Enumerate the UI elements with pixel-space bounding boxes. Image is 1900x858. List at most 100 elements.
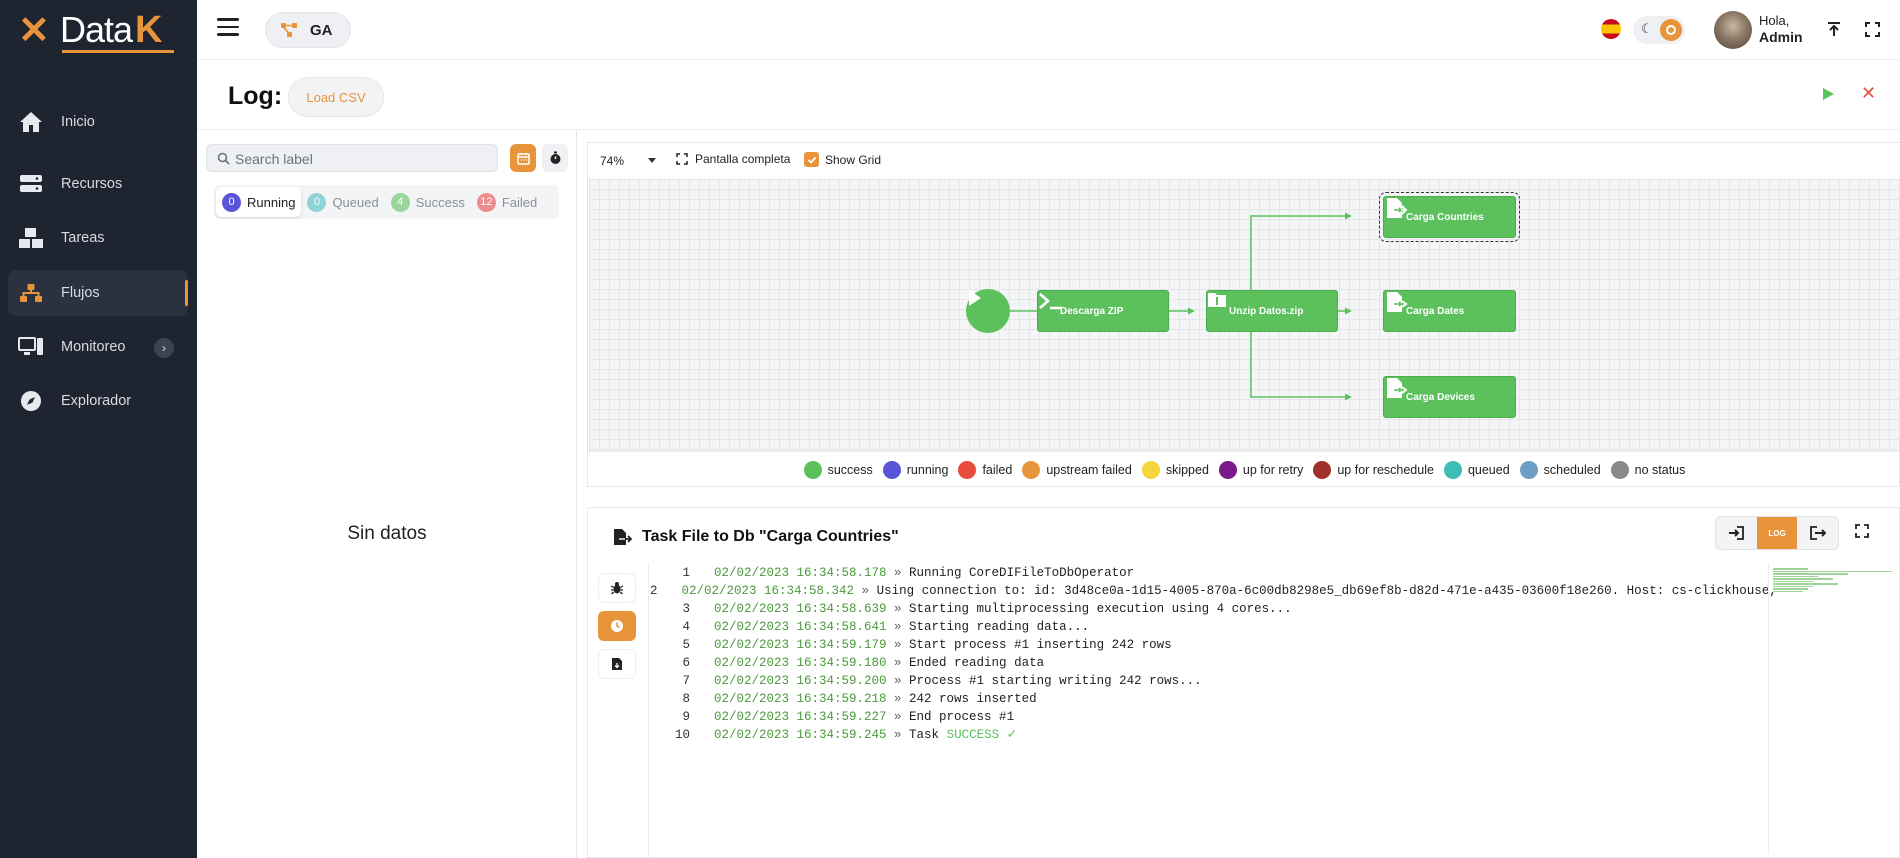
sidebar-item-flujos[interactable]: Flujos [8, 270, 188, 316]
node-carga-devices[interactable]: Carga Devices [1383, 376, 1516, 418]
timer-button[interactable] [542, 144, 568, 172]
show-grid-checkbox[interactable]: Show Grid [804, 152, 881, 167]
debug-button[interactable] [598, 573, 636, 603]
search-input[interactable] [235, 148, 490, 170]
log-side-toolbar [588, 563, 649, 858]
chevron-right-icon[interactable]: › [154, 338, 174, 358]
sidebar-item-label: Monitoreo [61, 339, 126, 355]
log-line: 3 02/02/2023 16:34:58.639 » Starting mult… [682, 602, 1292, 616]
logo-underline [62, 50, 174, 53]
server-icon [17, 170, 45, 198]
node-descarga-zip[interactable]: Descarga ZIP [1037, 290, 1169, 332]
flow-graph-panel: 74% Pantalla completa Show Grid Descarga… [587, 142, 1900, 487]
fullscreen-toggle[interactable]: Pantalla completa [676, 152, 790, 166]
legend-item-success: success [803, 460, 873, 479]
legend-label: failed [982, 462, 1013, 477]
logo-text: Data [60, 9, 133, 50]
sidebar-item-monitoreo[interactable]: Monitoreo › [8, 324, 188, 370]
user-greeting[interactable]: Hola, Admin [1759, 13, 1803, 45]
file-import-icon [612, 528, 632, 546]
node-carga-dates[interactable]: Carga Dates [1383, 290, 1516, 332]
legend-label: upstream failed [1046, 462, 1132, 477]
sitemap-icon [281, 23, 297, 37]
legend-label: skipped [1165, 462, 1209, 477]
tab-success[interactable]: 4 Success [385, 187, 471, 217]
page-title: Log: [228, 82, 283, 110]
legend-item-scheduled: scheduled [1519, 460, 1601, 479]
logo-mark: ✕ [18, 10, 50, 52]
legend-label: up for reschedule [1337, 462, 1434, 477]
log-header: Log: Load CSV ✕ [197, 60, 1900, 130]
tab-running[interactable]: 0 Running [216, 187, 302, 217]
play-icon[interactable] [1821, 87, 1837, 103]
clock-icon [611, 620, 623, 632]
tab-queued[interactable]: 0 Queued [301, 187, 384, 217]
sidebar-item-label: Inicio [61, 114, 95, 130]
sign-in-button[interactable] [1716, 517, 1757, 549]
home-icon [17, 108, 45, 136]
status-tabs: 0 Running 0 Queued 4 Success 12 Failed [214, 185, 559, 219]
node-label: Unzip Datos.zip [1229, 305, 1304, 317]
graph-canvas[interactable]: Descarga ZIP Unzip Datos.zip Carga Count… [589, 179, 1900, 451]
caret-down-icon[interactable] [648, 158, 656, 163]
legend-item-queued: queued [1443, 460, 1510, 479]
fullscreen-icon[interactable] [1859, 16, 1885, 42]
workspace-selector[interactable]: GA [265, 12, 351, 48]
legend-item-up-for-retry: up for retry [1218, 460, 1303, 479]
upload-icon[interactable] [1821, 16, 1847, 42]
log-line: 6 02/02/2023 16:34:59.180 » Ended reading… [682, 656, 1045, 670]
sidebar-item-inicio[interactable]: Inicio [8, 99, 188, 145]
sidebar-item-tareas[interactable]: Tareas [8, 215, 188, 261]
timestamp-button[interactable] [598, 611, 636, 641]
sidebar-item-recursos[interactable]: Recursos [8, 161, 188, 207]
sidebar: ✕ Data K Inicio Recursos Tareas Flujos M… [0, 0, 197, 858]
log-button[interactable]: LOG [1756, 517, 1798, 549]
zoom-select[interactable]: 74% [600, 154, 624, 168]
node-unzip-datos[interactable]: Unzip Datos.zip [1206, 290, 1338, 332]
calendar-button[interactable] [510, 144, 536, 172]
failed-count: 12 [476, 192, 496, 212]
log-line: 7 02/02/2023 16:34:59.200 » Process #1 st… [682, 674, 1202, 688]
monitor-icon [17, 333, 45, 361]
sun-icon [1660, 19, 1682, 41]
hamburger-menu-icon[interactable] [217, 18, 239, 36]
spain-flag-icon[interactable] [1601, 19, 1621, 39]
search-field[interactable] [206, 144, 498, 172]
sidebar-item-label: Tareas [61, 230, 105, 246]
greeting-text: Hola, [1759, 13, 1790, 28]
legend-item-running: running [882, 460, 948, 479]
tab-label: Success [415, 194, 465, 210]
theme-toggle[interactable]: ☾ [1633, 16, 1685, 44]
graph-toolbar: 74% Pantalla completa Show Grid [588, 143, 1900, 179]
node-carga-countries[interactable]: Carga Countries [1379, 192, 1520, 242]
close-icon[interactable]: ✕ [1861, 84, 1877, 102]
datak-logo[interactable]: ✕ Data K [18, 6, 178, 56]
task-title: Task File to Db "Carga Countries" [612, 528, 899, 546]
avatar[interactable] [1714, 11, 1752, 49]
fullscreen-label: Pantalla completa [695, 152, 791, 166]
log-line: 4 02/02/2023 16:34:58.641 » Starting read… [682, 620, 1090, 634]
legend-label: queued [1467, 462, 1510, 477]
compass-icon [17, 387, 45, 415]
node-label: Carga Devices [1406, 391, 1475, 403]
sign-out-button[interactable] [1797, 517, 1838, 549]
sidebar-item-label: Explorador [61, 393, 132, 409]
download-log-button[interactable] [598, 649, 636, 679]
legend-label: success [827, 462, 873, 477]
expand-icon [676, 153, 688, 165]
legend-label: scheduled [1543, 462, 1601, 477]
sidebar-item-label: Flujos [61, 285, 100, 301]
empty-state-text: Sin datos [347, 523, 427, 544]
log-line: 9 02/02/2023 16:34:59.227 » End process #… [682, 710, 1015, 724]
start-node[interactable] [966, 289, 1010, 333]
tab-failed[interactable]: 12 Failed [471, 187, 543, 217]
tab-label: Running [247, 194, 296, 210]
edge-unzip-devices [1250, 332, 1346, 398]
log-minimap[interactable] [1768, 564, 1898, 854]
expand-icon[interactable] [1855, 524, 1873, 542]
log-output[interactable]: 1 02/02/2023 16:34:58.178 » Running CoreD… [650, 564, 1775, 854]
checkbox-checked-icon [804, 152, 819, 167]
legend-item-up-for-reschedule: up for reschedule [1313, 460, 1434, 479]
success-count: 4 [390, 192, 410, 212]
sidebar-item-explorador[interactable]: Explorador [8, 378, 188, 424]
